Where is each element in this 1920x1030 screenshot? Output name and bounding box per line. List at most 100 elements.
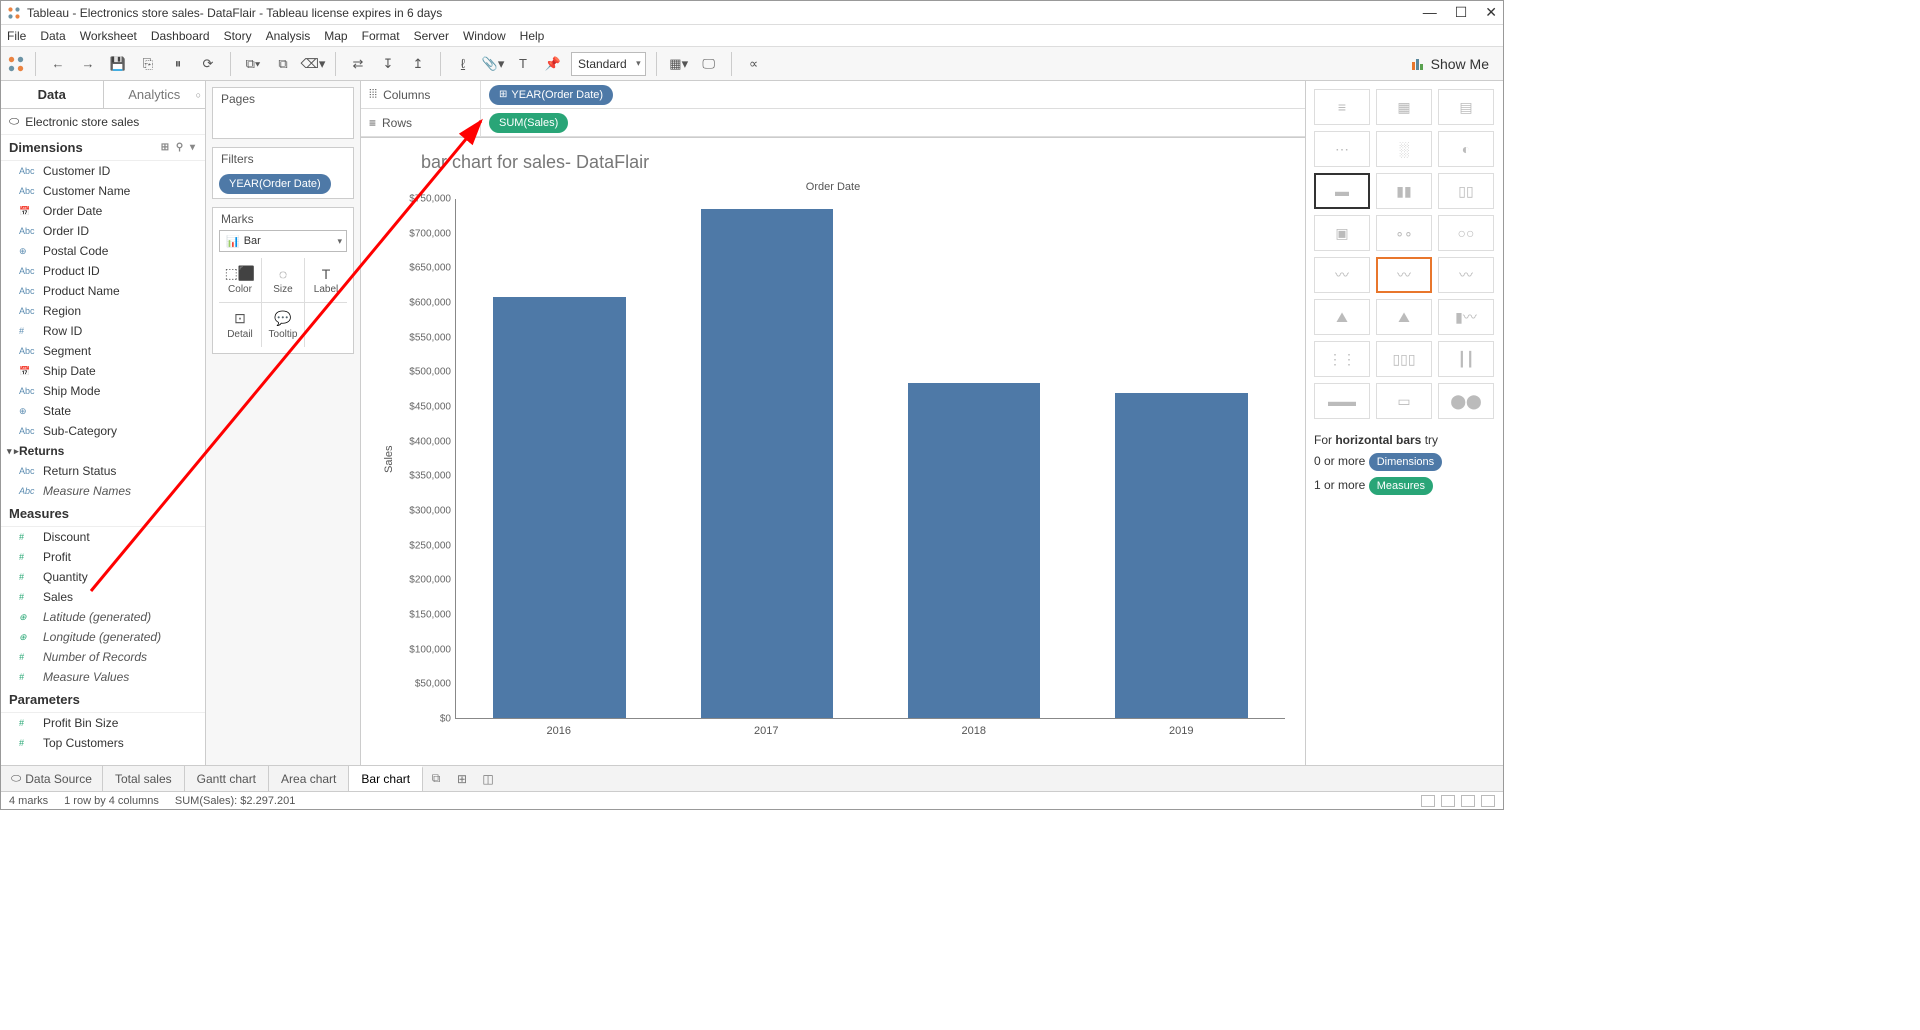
cards-button[interactable]: ▦▾ [667, 52, 691, 76]
showme-filled-map[interactable]: ░ [1376, 131, 1432, 167]
close-button[interactable]: ✕ [1485, 4, 1497, 21]
menu-help[interactable]: Help [520, 29, 545, 43]
mark-tooltip[interactable]: 💬Tooltip [262, 303, 304, 347]
bar-2018[interactable] [908, 383, 1041, 718]
bar-2016[interactable] [493, 297, 626, 718]
columns-pill[interactable]: ⊞YEAR(Order Date) [489, 85, 613, 105]
clear-button[interactable]: ⌫▾ [301, 52, 325, 76]
view-mini-4[interactable] [1481, 795, 1495, 807]
field-row-id[interactable]: #Row ID [1, 321, 205, 341]
menu-dashboard[interactable]: Dashboard [151, 29, 210, 43]
datasource-tab[interactable]: ⬭ Data Source [1, 766, 103, 791]
sort-asc-button[interactable]: ↧ [376, 52, 400, 76]
viz-title[interactable]: bar chart for sales- DataFlair [421, 152, 1285, 173]
run-update-button[interactable]: ⟳ [196, 52, 220, 76]
mark-label[interactable]: TLabel [305, 258, 347, 302]
mark-size[interactable]: ◌Size [262, 258, 304, 302]
showme-highlight-table[interactable]: ▤ [1438, 89, 1494, 125]
field-profit-bin-size[interactable]: #Profit Bin Size [1, 713, 205, 733]
field-customer-id[interactable]: AbcCustomer ID [1, 161, 205, 181]
menu-format[interactable]: Format [362, 29, 400, 43]
columns-shelf[interactable]: ⦙⦙⦙Columns ⊞YEAR(Order Date) [361, 81, 1305, 109]
show-me-button[interactable]: Show Me [1403, 56, 1497, 72]
filter-pill-year[interactable]: YEAR(Order Date) [219, 174, 331, 194]
sheet-gantt-chart[interactable]: Gantt chart [185, 766, 269, 791]
field-return-status[interactable]: AbcReturn Status [1, 461, 205, 481]
showme-heatmap[interactable]: ▦ [1376, 89, 1432, 125]
presentation-button[interactable]: 🖵 [697, 52, 721, 76]
duplicate-button[interactable]: ⧉ [271, 52, 295, 76]
showme-gantt[interactable]: ▬▬ [1314, 383, 1370, 419]
field-ship-mode[interactable]: AbcShip Mode [1, 381, 205, 401]
share-button[interactable]: ∝ [742, 52, 766, 76]
showme-packed-bubble[interactable]: ⬤⬤ [1438, 383, 1494, 419]
showme-side-circle[interactable]: ○○ [1438, 215, 1494, 251]
field-segment[interactable]: AbcSegment [1, 341, 205, 361]
field-order-id[interactable]: AbcOrder ID [1, 221, 205, 241]
showme-area-cont[interactable]: ⛰ [1314, 299, 1370, 335]
dimensions-tools[interactable]: ⊞ ⚲ ▾ [161, 142, 197, 153]
showme-boxplot[interactable]: ┃┃ [1438, 341, 1494, 377]
menu-analysis[interactable]: Analysis [266, 29, 311, 43]
group-button[interactable]: 📎▾ [481, 52, 505, 76]
showme-stacked-bar[interactable]: ▮▮ [1376, 173, 1432, 209]
field-latitude-generated-[interactable]: ⊕Latitude (generated) [1, 607, 205, 627]
showme-area-disc[interactable]: ⛰ [1376, 299, 1432, 335]
mark-type-select[interactable]: 📊 Bar [219, 230, 347, 252]
new-datasource-button[interactable]: ⎘ [136, 52, 160, 76]
field-measure-names[interactable]: AbcMeasure Names [1, 481, 205, 501]
pin-button[interactable]: 📌 [541, 52, 565, 76]
field-number-of-records[interactable]: #Number of Records [1, 647, 205, 667]
sheet-bar-chart[interactable]: Bar chart [349, 766, 423, 791]
showme-line-disc[interactable]: 〰 [1376, 257, 1432, 293]
showme-side-bar[interactable]: ▯▯ [1438, 173, 1494, 209]
showme-dual-combo[interactable]: ▮〰 [1438, 299, 1494, 335]
showme-hbar[interactable]: ▬ [1314, 173, 1370, 209]
menu-server[interactable]: Server [414, 29, 449, 43]
showme-circle-views[interactable]: ∘∘ [1376, 215, 1432, 251]
field-quantity[interactable]: #Quantity [1, 567, 205, 587]
bar-2017[interactable] [701, 209, 834, 718]
field-measure-values[interactable]: #Measure Values [1, 667, 205, 687]
rows-pill[interactable]: SUM(Sales) [489, 113, 568, 133]
pages-shelf[interactable] [213, 110, 353, 138]
chart-plot[interactable] [455, 199, 1285, 719]
field-longitude-generated-[interactable]: ⊕Longitude (generated) [1, 627, 205, 647]
field-ship-date[interactable]: 📅Ship Date [1, 361, 205, 381]
redo-button[interactable]: → [76, 52, 100, 76]
datasource-item[interactable]: ⬭ Electronic store sales [1, 109, 205, 135]
save-button[interactable]: 💾 [106, 52, 130, 76]
highlight-button[interactable]: ℓ [451, 52, 475, 76]
field-region[interactable]: AbcRegion [1, 301, 205, 321]
field-top-customers[interactable]: #Top Customers [1, 733, 205, 753]
mark-color[interactable]: ⬚⬛Color [219, 258, 261, 302]
showme-line-cont[interactable]: 〰 [1314, 257, 1370, 293]
fit-select[interactable]: Standard [571, 52, 646, 76]
menu-worksheet[interactable]: Worksheet [80, 29, 137, 43]
menu-window[interactable]: Window [463, 29, 506, 43]
view-mini-1[interactable] [1421, 795, 1435, 807]
new-worksheet-button[interactable]: ⧉▾ [241, 52, 265, 76]
new-dashboard-button[interactable]: ⊞ [449, 772, 475, 786]
showme-scatter[interactable]: ⋮⋮ [1314, 341, 1370, 377]
labels-button[interactable]: T [511, 52, 535, 76]
sheet-area-chart[interactable]: Area chart [269, 766, 349, 791]
sort-desc-button[interactable]: ↥ [406, 52, 430, 76]
view-mini-2[interactable] [1441, 795, 1455, 807]
field-customer-name[interactable]: AbcCustomer Name [1, 181, 205, 201]
field-product-name[interactable]: AbcProduct Name [1, 281, 205, 301]
menu-data[interactable]: Data [40, 29, 65, 43]
pause-auto-updates-button[interactable]: ⏸ [166, 52, 190, 76]
field-state[interactable]: ⊕State [1, 401, 205, 421]
field-sales[interactable]: #Sales [1, 587, 205, 607]
menu-story[interactable]: Story [224, 29, 252, 43]
bar-2019[interactable] [1115, 393, 1248, 718]
filters-shelf[interactable]: YEAR(Order Date) [213, 170, 353, 198]
showme-treemap[interactable]: ▣ [1314, 215, 1370, 251]
tableau-start-icon[interactable] [7, 55, 25, 73]
showme-pie[interactable]: ◐ [1438, 131, 1494, 167]
new-story-button[interactable]: ◫ [475, 772, 501, 786]
swap-button[interactable]: ⇄ [346, 52, 370, 76]
maximize-button[interactable]: ☐ [1455, 4, 1468, 21]
tab-data[interactable]: Data [1, 81, 103, 108]
